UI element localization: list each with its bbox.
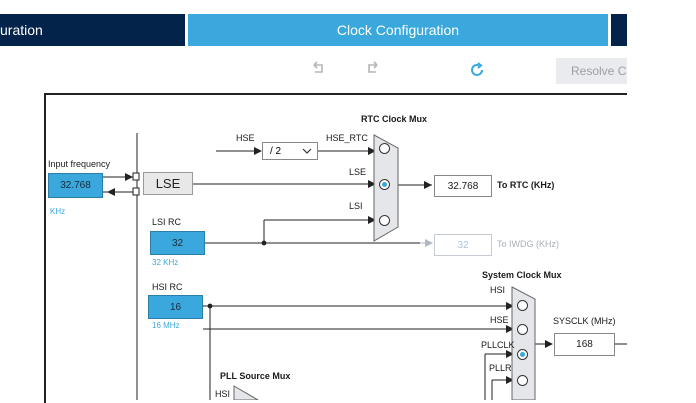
rtc-mux-hse-radio[interactable] bbox=[379, 143, 390, 154]
input-frequency-unit: KHz bbox=[50, 207, 66, 216]
hse-rtc-divider-value: / 2 bbox=[270, 145, 282, 157]
lsi-rc-value: 32 bbox=[150, 231, 205, 255]
input-frequency-field[interactable]: 32.768 bbox=[48, 173, 103, 198]
pll-hsi-label: HSI bbox=[215, 389, 231, 399]
sys-mux-pllr-radio[interactable] bbox=[517, 375, 528, 386]
sysclk-field[interactable]: 168 bbox=[554, 333, 615, 356]
hse-rtc-label: HSE_RTC bbox=[326, 133, 368, 143]
sys-mux-pllclk-radio[interactable] bbox=[517, 349, 528, 360]
lsi-rc-label: LSI RC bbox=[152, 217, 182, 227]
chevron-down-icon bbox=[302, 146, 312, 159]
rtc-clock-mux-title: RTC Clock Mux bbox=[361, 114, 428, 124]
hse-rtc-divider-select[interactable]: / 2 bbox=[262, 142, 318, 160]
rtc-frequency-value: 32.768 bbox=[434, 175, 492, 197]
rtc-mux-lse-radio[interactable] bbox=[379, 179, 390, 190]
sys-pllr-label: PLLR bbox=[489, 363, 512, 373]
rtc-lse-label: LSE bbox=[349, 167, 367, 177]
input-frequency-label: Input frequency bbox=[48, 159, 111, 169]
window-edge bbox=[627, 0, 696, 400]
to-rtc-label: To RTC (KHz) bbox=[497, 180, 555, 190]
rtc-lsi-label: LSI bbox=[349, 201, 363, 211]
to-iwdg-label: To IWDG (KHz) bbox=[497, 239, 559, 249]
hsi-rc-label: HSI RC bbox=[152, 282, 183, 292]
lsi-rc-unit: 32 KHz bbox=[152, 258, 179, 267]
sys-hsi-label: HSI bbox=[490, 285, 506, 295]
rtc-hse-label: HSE bbox=[236, 133, 255, 143]
sys-pllclk-label: PLLCLK bbox=[481, 340, 515, 350]
hsi-rc-value: 16 bbox=[148, 295, 203, 319]
iwdg-frequency-value: 32 bbox=[434, 234, 492, 256]
sysclk-label: SYSCLK (MHz) bbox=[553, 316, 616, 326]
sys-mux-hse-radio[interactable] bbox=[517, 324, 528, 335]
system-clock-mux-title: System Clock Mux bbox=[482, 270, 562, 280]
lse-oscillator-block[interactable]: LSE bbox=[143, 172, 193, 195]
sys-hse-label: HSE bbox=[490, 315, 509, 325]
rtc-mux-lsi-radio[interactable] bbox=[379, 215, 390, 226]
sys-mux-hsi-radio[interactable] bbox=[517, 300, 528, 311]
hsi-rc-unit: 16 MHz bbox=[152, 321, 180, 330]
pll-source-mux-title: PLL Source Mux bbox=[220, 371, 291, 381]
